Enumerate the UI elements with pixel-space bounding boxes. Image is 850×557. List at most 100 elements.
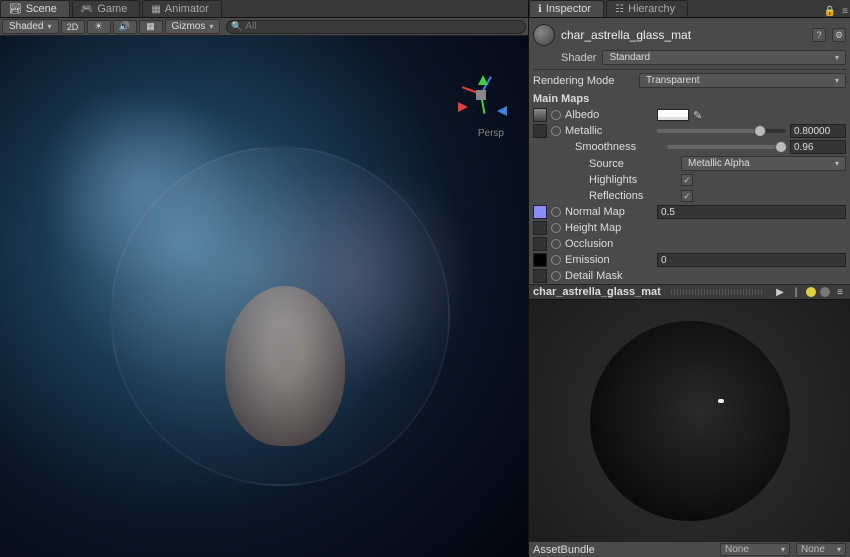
assetbundle-dropdown[interactable]: None▾ [720,543,790,556]
tab-label: Inspector [546,3,591,15]
preview-sphere[interactable] [590,321,790,521]
tab-game[interactable]: 🎮Game [72,0,140,17]
occlusion-label: Occlusion [565,238,657,250]
metallic-slider[interactable] [657,129,786,133]
highlights-checkbox[interactable]: ✓ [681,174,693,186]
material-preview[interactable] [529,300,850,541]
height-map-label: Height Map [565,222,657,234]
emission-toggle[interactable] [551,255,561,265]
normal-map-value[interactable] [657,205,846,219]
tab-hierarchy[interactable]: ☷ Hierarchy [606,0,688,17]
height-map-texture-slot[interactable] [533,221,547,235]
assetbundle-variant-dropdown[interactable]: None▾ [796,543,846,556]
light-mode-2-icon[interactable] [820,287,830,297]
source-label: Source [589,158,681,170]
scene-viewport[interactable]: Persp [0,36,528,557]
tab-scene[interactable]: 🏞 Scene [0,0,70,17]
gear-icon[interactable]: ⚙ [832,28,846,42]
tab-animator[interactable]: ▦Animator [142,0,221,17]
inspector-icon: ℹ [538,4,542,15]
preview-header[interactable]: char_astrella_glass_mat ▶ | ≡ [529,284,850,300]
toggle-2d[interactable]: 2D [61,20,85,34]
gizmo-center[interactable] [476,90,486,100]
shader-dropdown[interactable]: Standard▾ [602,50,846,65]
emission-texture-slot[interactable] [533,253,547,267]
divider-icon: | [790,286,802,298]
normal-map-toggle[interactable] [551,207,561,217]
divider [533,69,846,70]
main-maps-header: Main Maps [533,93,846,105]
metallic-toggle[interactable] [551,126,561,136]
material-thumbnail[interactable] [533,24,555,46]
lock-icon[interactable]: 🔒 [824,6,840,17]
material-header: char_astrella_glass_mat ? ⚙ [533,22,846,48]
detail-mask-label: Detail Mask [565,270,657,282]
shader-label: Shader [561,52,596,64]
detail-mask-texture-slot[interactable] [533,269,547,283]
rendering-mode-dropdown[interactable]: Transparent▾ [639,73,846,88]
tab-inspector[interactable]: ℹ Inspector [529,0,604,17]
scene-search-input[interactable] [226,20,526,34]
assetbundle-label: AssetBundle [533,544,595,556]
projection-label[interactable]: Persp [478,128,504,139]
hierarchy-icon: ☷ [615,4,624,15]
tab-label: Scene [26,3,57,15]
gizmos-dropdown[interactable]: Gizmos▾ [165,19,221,34]
play-icon[interactable]: ▶ [774,286,786,298]
metallic-label: Metallic [565,125,657,137]
specular-highlight [718,399,724,403]
scene-search[interactable]: 🔍 [226,20,526,34]
chevron-down-icon: ▾ [209,22,213,31]
tab-label: Animator [165,3,209,15]
reflections-checkbox[interactable]: ✓ [681,190,693,202]
albedo-texture-slot[interactable] [533,108,547,122]
eyedropper-icon[interactable]: ✎ [693,109,702,122]
drag-handle[interactable] [671,289,764,295]
reflections-label: Reflections [589,190,681,202]
chevron-down-icon: ▾ [835,53,839,62]
smoothness-slider[interactable] [667,145,786,149]
detail-mask-toggle[interactable] [551,271,561,281]
toggle-fx[interactable]: ▦ [139,20,163,34]
chevron-down-icon: ▾ [835,159,839,168]
metallic-texture-slot[interactable] [533,124,547,138]
height-map-toggle[interactable] [551,223,561,233]
search-icon: 🔍 [231,21,242,32]
occlusion-toggle[interactable] [551,239,561,249]
source-dropdown[interactable]: Metallic Alpha▾ [681,156,846,171]
metallic-value[interactable] [790,124,846,138]
assetbundle-bar: AssetBundle None▾ None▾ [529,541,850,557]
reference-button[interactable]: ? [812,28,826,42]
emission-label: Emission [565,254,657,266]
chevron-down-icon: ▾ [837,545,841,554]
scene-tabbar: 🏞 Scene 🎮Game ▦Animator [0,0,528,18]
shading-dropdown[interactable]: Shaded▾ [2,19,59,34]
emission-value[interactable] [657,253,846,267]
normal-map-texture-slot[interactable] [533,205,547,219]
toggle-lighting[interactable]: ☀ [87,20,111,34]
chevron-down-icon: ▾ [835,76,839,85]
slider-thumb[interactable] [754,125,766,137]
orientation-gizmo[interactable] [450,64,510,124]
albedo-toggle[interactable] [551,110,561,120]
light-mode-icon[interactable] [806,287,816,297]
toggle-audio[interactable]: 🔊 [113,20,137,34]
chevron-down-icon: ▾ [781,545,785,554]
scene-icon: 🏞 [9,4,22,15]
occlusion-texture-slot[interactable] [533,237,547,251]
sun-icon: ☀ [94,21,102,32]
fx-icon: ▦ [146,21,155,32]
slider-thumb[interactable] [775,141,787,153]
scene-toolbar: Shaded▾ 2D ☀ 🔊 ▦ Gizmos▾ 🔍 [0,18,528,36]
highlights-label: Highlights [589,174,681,186]
tab-label: Game [97,3,127,15]
normal-map-label: Normal Map [565,206,657,218]
tab-label: Hierarchy [628,3,675,15]
albedo-color[interactable] [657,109,689,121]
smoothness-value[interactable] [790,140,846,154]
panel-menu-icon[interactable]: ≡ [840,6,850,17]
axis-y-cone [478,70,488,85]
smoothness-label: Smoothness [575,141,667,153]
inspector-tabbar: ℹ Inspector ☷ Hierarchy 🔒 ≡ [529,0,850,18]
preview-menu-icon[interactable]: ≡ [834,286,846,298]
